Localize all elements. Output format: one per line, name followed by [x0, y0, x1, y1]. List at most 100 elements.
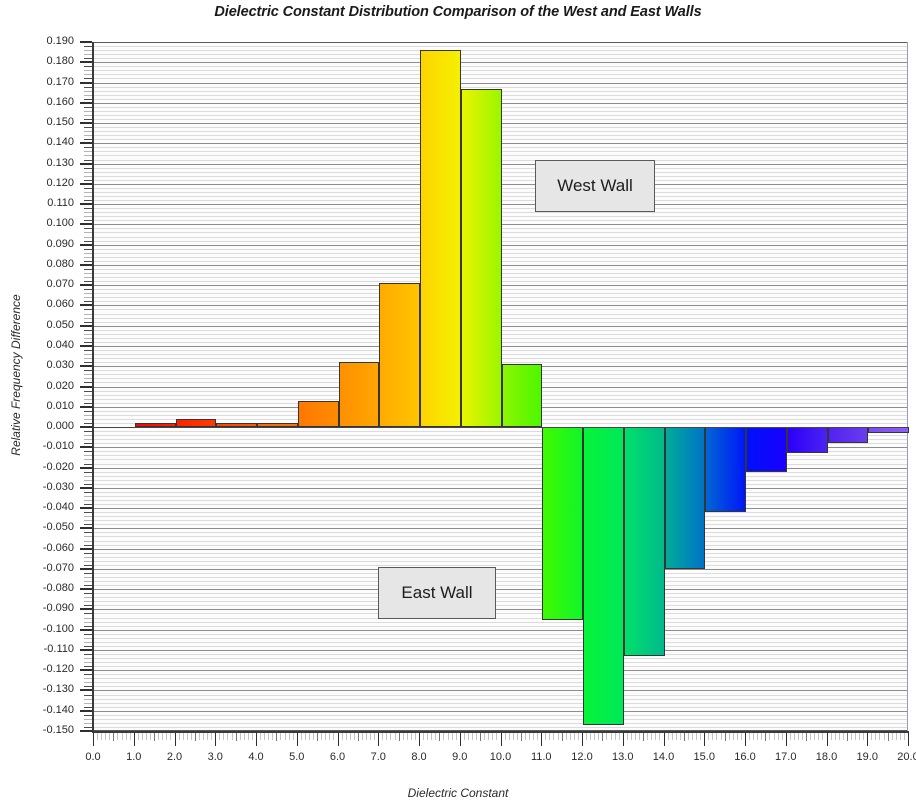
y-axis-tick-major [80, 81, 92, 84]
y-axis-tick-minor [84, 422, 92, 424]
y-axis-tick-minor [84, 674, 92, 676]
y-axis-tick-minor [84, 726, 92, 728]
x-axis-tick-minor [227, 733, 229, 740]
x-axis-tick-minor [207, 733, 209, 740]
x-axis-tick-minor [761, 733, 763, 740]
y-axis-tick-minor [84, 414, 92, 416]
y-axis-tick-minor [84, 114, 92, 116]
gridline-minor [94, 726, 907, 728]
x-axis-tick-minor [203, 733, 205, 740]
x-axis-tick-minor [708, 733, 710, 740]
y-axis-tick-minor [84, 621, 92, 623]
x-axis-tick-minor [700, 733, 702, 740]
gridline-minor [94, 491, 907, 493]
y-axis-tick-major [80, 547, 92, 550]
x-axis-tick-major [663, 733, 665, 746]
gridline-minor [94, 50, 907, 52]
x-axis-tick-minor [740, 733, 742, 740]
y-axis-tick-minor [84, 645, 92, 647]
x-axis-tick-minor [235, 733, 237, 741]
y-axis-tick-label: -0.130 [42, 683, 74, 696]
x-axis-tick-minor [810, 733, 812, 740]
gridline-minor [94, 674, 907, 676]
y-axis-tick-major [80, 669, 92, 672]
x-axis-tick-minor [341, 733, 343, 740]
y-axis-tick-minor [84, 552, 92, 554]
x-axis-tick-minor [113, 733, 115, 741]
y-axis-tick-minor [84, 556, 92, 558]
x-axis-tick-label: 14.0 [652, 751, 675, 763]
y-axis-tick-minor [84, 309, 92, 311]
x-axis-tick-minor [565, 733, 567, 740]
y-axis-tick-minor [84, 200, 92, 202]
x-axis-tick-minor [467, 733, 469, 740]
gridline-minor [94, 605, 907, 607]
y-axis-tick-minor [84, 50, 92, 52]
x-axis-tick-minor [651, 733, 653, 740]
y-axis-tick-major [80, 608, 92, 611]
gridline-minor [94, 86, 907, 88]
y-axis-tick-minor [84, 593, 92, 595]
x-axis-tick-minor [524, 733, 526, 740]
x-axis-tick-minor [667, 733, 669, 740]
x-axis-tick-minor [471, 733, 473, 740]
y-axis-tick-minor [84, 70, 92, 72]
annotation-east-wall: East Wall [378, 567, 496, 619]
gridline-minor [94, 560, 907, 562]
x-axis-tick-minor [268, 733, 270, 740]
x-axis-tick-minor [463, 733, 465, 740]
y-axis-tick-minor [84, 516, 92, 518]
y-axis-tick-major [80, 203, 92, 206]
x-axis-tick-minor [451, 733, 453, 740]
y-axis-tick-major [80, 142, 92, 145]
x-axis-tick-minor [231, 733, 233, 740]
x-axis-tick-minor [394, 733, 396, 740]
y-axis-tick-minor [84, 585, 92, 587]
x-axis-tick-minor [797, 733, 799, 740]
x-axis-tick-minor [728, 733, 730, 740]
x-axis-tick-major [93, 733, 94, 746]
x-axis-tick-minor [198, 733, 200, 740]
x-axis-tick-major [215, 733, 217, 746]
y-axis-tick-minor [84, 499, 92, 501]
y-axis-tick-minor [84, 633, 92, 635]
y-axis-tick-label: 0.000 [46, 420, 74, 433]
y-axis-tick-major [80, 689, 92, 692]
x-axis-tick-label: 10.0 [489, 751, 512, 763]
x-axis-tick-minor [610, 733, 612, 740]
y-axis-tick-minor [84, 260, 92, 262]
x-axis-tick-minor [239, 733, 241, 740]
gridline-minor [94, 702, 907, 704]
gridline-minor [94, 499, 907, 501]
y-axis-tick-minor [84, 313, 92, 315]
y-axis-tick-label: 0.180 [46, 55, 74, 68]
x-axis-tick-minor [137, 733, 139, 740]
y-axis-tick-minor [84, 702, 92, 704]
x-axis-tick-minor [765, 733, 767, 741]
gridline-major [94, 589, 907, 591]
y-axis-tick-minor [84, 418, 92, 420]
x-axis-tick-minor [325, 733, 327, 740]
x-axis-tick-minor [374, 733, 376, 740]
y-axis-tick-minor [84, 520, 92, 522]
gridline-minor [94, 504, 907, 506]
bar [664, 427, 706, 569]
x-axis-tick-minor [639, 733, 641, 740]
bar [542, 427, 583, 620]
y-axis-tick-major [80, 344, 92, 347]
y-axis-tick-minor [84, 155, 92, 157]
x-axis-tick-minor [757, 733, 759, 740]
y-axis-tick-minor [84, 564, 92, 566]
y-axis-tick-minor [84, 236, 92, 238]
x-axis-tick-minor [895, 733, 897, 740]
gridline-major [94, 548, 907, 550]
y-axis-tick-minor [84, 601, 92, 603]
gridline-minor [94, 532, 907, 534]
y-axis-tick-major [80, 61, 92, 64]
y-axis-tick-minor [84, 706, 92, 708]
y-axis-tick-major [80, 628, 92, 631]
x-axis-tick-minor [431, 733, 433, 740]
y-axis-tick-minor [84, 94, 92, 96]
y-axis-tick-minor [84, 171, 92, 173]
y-axis-tick-label: 0.160 [46, 95, 74, 108]
